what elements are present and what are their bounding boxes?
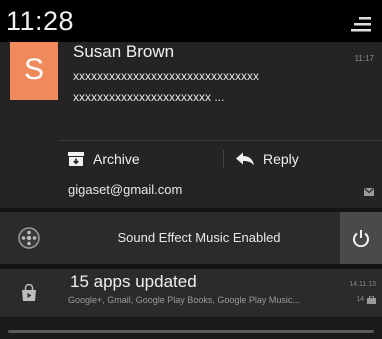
apps-updated-subtitle: Google+, Gmail, Google Play Books, Googl… xyxy=(68,295,300,305)
apps-updated-notification[interactable]: 15 apps updated Google+, Gmail, Google P… xyxy=(0,269,382,317)
email-sender: Susan Brown xyxy=(73,42,175,61)
archive-label: Archive xyxy=(93,151,140,167)
email-notification[interactable]: S Susan Brown 11:17 xxxxxxxxxxxxxxxxxxxx… xyxy=(0,42,382,208)
email-actions: Archive Reply xyxy=(58,141,382,177)
avatar: S xyxy=(10,42,58,100)
email-time: 11:17 xyxy=(354,54,374,63)
apps-updated-title: 15 apps updated xyxy=(70,272,197,291)
gmail-icon xyxy=(364,188,374,196)
email-preview-line: xxxxxxxxxxxxxxxxxxxxxxx ... xyxy=(73,90,225,104)
sound-effect-icon-wrap xyxy=(0,212,58,264)
play-store-small-icon xyxy=(367,296,376,304)
play-store-icon-wrap xyxy=(0,269,58,317)
sound-effect-icon xyxy=(18,227,40,249)
reply-label: Reply xyxy=(263,151,299,167)
email-preview-line: xxxxxxxxxxxxxxxxxxxxxxxxxxxxxxx xyxy=(73,69,259,83)
notification-shade-handle[interactable] xyxy=(8,330,374,333)
archive-button[interactable]: Archive xyxy=(68,141,140,177)
quick-settings-icon[interactable] xyxy=(350,13,372,35)
action-separator xyxy=(223,150,224,168)
power-button[interactable] xyxy=(340,212,382,264)
apps-updated-date: 14.11.13 xyxy=(349,281,376,288)
archive-icon xyxy=(68,152,84,166)
status-clock: 11:28 xyxy=(6,6,75,36)
reply-arrow-icon xyxy=(236,152,254,166)
sound-effect-notification[interactable]: Sound Effect Music Enabled xyxy=(0,212,382,264)
email-account: gigaset@gmail.com xyxy=(68,182,183,197)
sound-effect-text: Sound Effect Music Enabled xyxy=(117,230,281,245)
play-store-bag-icon xyxy=(22,284,36,301)
status-bar: 11:28 xyxy=(0,0,382,42)
reply-button[interactable]: Reply xyxy=(236,141,299,177)
apps-updated-count: 14 xyxy=(356,296,364,303)
power-icon xyxy=(353,230,369,247)
